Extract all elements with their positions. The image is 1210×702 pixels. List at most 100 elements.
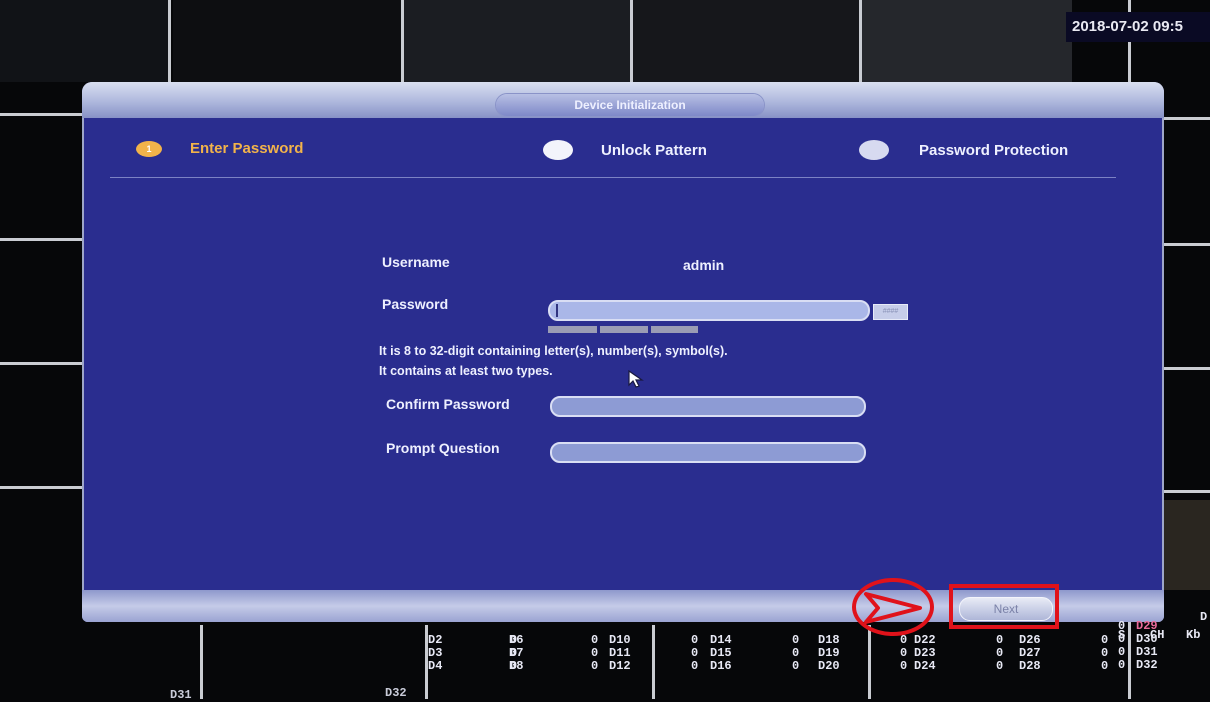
step-label: Password Protection (919, 141, 1069, 159)
step-password-protection: Password Protection (859, 140, 1068, 160)
grid-line (200, 625, 203, 699)
camera-cell-label: D32 (385, 686, 407, 700)
username-value: admin (683, 257, 725, 273)
grid-line (0, 362, 82, 365)
channel-label: D28 (1019, 659, 1041, 673)
channel-value: 0 (691, 659, 699, 673)
channel-label: D24 (914, 659, 936, 673)
channel-value: 0 (900, 633, 908, 647)
channel-label: D10 (609, 633, 631, 647)
channel-value: 0 (691, 633, 699, 647)
channel-value: 0 (996, 659, 1004, 673)
highlight-box (949, 584, 1059, 629)
timestamp-display: 2018-07-02 09:5 (1066, 12, 1210, 42)
channel-label: D20 (818, 659, 840, 673)
channel-value: 0 (1118, 658, 1126, 672)
text-caret (556, 304, 558, 317)
channel-value: 0 (1101, 659, 1109, 673)
channel-label: D18 (818, 633, 840, 647)
step-unlock-pattern: Unlock Pattern (543, 140, 707, 160)
step-number-badge (543, 140, 573, 160)
grid-line (1164, 117, 1210, 120)
prompt-question-field[interactable] (550, 442, 866, 463)
step-number-badge (859, 140, 889, 160)
channel-value: 0 (996, 646, 1004, 660)
channel-value: 0 (591, 646, 599, 660)
grid-line (652, 625, 655, 699)
confirm-password-label: Confirm Password (386, 396, 510, 412)
channel-label: D12 (609, 659, 631, 673)
strength-bar-segment (548, 326, 597, 333)
step-divider (110, 177, 1116, 178)
channel-value: 0 (900, 659, 908, 673)
grid-line (859, 0, 862, 82)
table-header-ch: CH (1150, 628, 1165, 642)
channel-value: 0 (591, 633, 599, 647)
grid-line (630, 0, 633, 82)
step-enter-password: 1 Enter Password (136, 140, 303, 157)
channel-label: D11 (609, 646, 631, 660)
channel-label: D31 (1136, 645, 1158, 659)
table-header-s: S (1118, 628, 1126, 642)
grid-line (868, 625, 871, 699)
channel-label: D4 (428, 659, 443, 673)
grid-line (1164, 490, 1210, 493)
show-password-button[interactable]: #### (873, 304, 908, 320)
channel-label: D6 (509, 633, 524, 647)
channel-label: D27 (1019, 646, 1041, 660)
password-hint-line: It contains at least two types. (379, 364, 553, 378)
corner-label: D (1200, 610, 1208, 624)
channel-value: 0 (792, 659, 800, 673)
confirm-password-field[interactable] (550, 396, 866, 417)
channel-value: 0 (792, 633, 800, 647)
channel-value: 0 (691, 646, 699, 660)
camera-cell-label: D31 (170, 688, 192, 702)
channel-label: D3 (428, 646, 443, 660)
channel-label: D19 (818, 646, 840, 660)
strength-bar-segment (651, 326, 698, 333)
step-number-badge: 1 (136, 140, 162, 157)
channel-label: D23 (914, 646, 936, 660)
channel-label: D14 (710, 633, 732, 647)
channel-label: D7 (509, 646, 524, 660)
step-label: Enter Password (190, 140, 304, 157)
channel-label: D8 (509, 659, 524, 673)
strength-bar-segment (600, 326, 648, 333)
grid-line (401, 0, 404, 82)
camera-cell (173, 0, 401, 82)
channel-value: 0 (996, 633, 1004, 647)
step-label: Unlock Pattern (601, 141, 707, 159)
device-initialization-dialog: Device Initialization 1 Enter Password U… (82, 82, 1164, 622)
grid-line (0, 113, 82, 116)
channel-label: D15 (710, 646, 732, 660)
channel-value: 0 (792, 646, 800, 660)
password-label: Password (382, 296, 449, 312)
camera-cell (404, 0, 630, 82)
username-label: Username (382, 254, 450, 270)
channel-label: D32 (1136, 658, 1158, 672)
password-hint-line: It is 8 to 32-digit containing letter(s)… (379, 344, 728, 358)
grid-line (1164, 243, 1210, 246)
channel-label: D2 (428, 633, 443, 647)
camera-cell (862, 0, 1072, 82)
channel-label: D22 (914, 633, 936, 647)
channel-value: 0 (900, 646, 908, 660)
prompt-question-label: Prompt Question (386, 440, 500, 456)
grid-line (168, 0, 171, 82)
mouse-cursor-icon (628, 369, 644, 388)
grid-line (0, 486, 82, 489)
channel-value: 0 (1101, 633, 1109, 647)
channel-value: 0 (1118, 645, 1126, 659)
channel-label: D26 (1019, 633, 1041, 647)
pointer-arrow-icon (864, 592, 922, 624)
password-field[interactable] (548, 300, 870, 321)
channel-value: 0 (591, 659, 599, 673)
grid-line (0, 238, 82, 241)
grid-line (1164, 367, 1210, 370)
camera-cell (633, 0, 859, 82)
channel-value: 0 (1101, 646, 1109, 660)
channel-label: D16 (710, 659, 732, 673)
dialog-title: Device Initialization (496, 94, 764, 116)
table-header-kb: Kb (1186, 628, 1201, 642)
dialog-titlebar: Device Initialization (82, 82, 1164, 118)
